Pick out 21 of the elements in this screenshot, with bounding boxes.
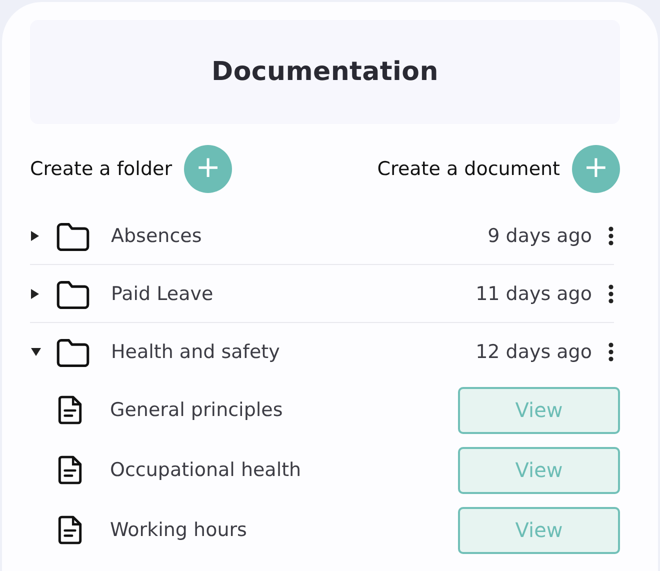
- folder-icon: [56, 220, 90, 250]
- document-name[interactable]: General principles: [110, 399, 458, 421]
- folder-name[interactable]: Paid Leave: [111, 282, 476, 304]
- modified-date: 12 days ago: [476, 340, 592, 362]
- document-name[interactable]: Occupational health: [110, 459, 458, 481]
- modified-date: 9 days ago: [488, 224, 592, 246]
- folder-icon: [56, 278, 90, 308]
- more-options-icon[interactable]: [608, 226, 614, 246]
- document-icon: [57, 515, 83, 545]
- more-options-icon[interactable]: [608, 342, 614, 362]
- modified-date: 11 days ago: [476, 282, 592, 304]
- document-icon: [57, 455, 83, 485]
- folder-name[interactable]: Absences: [111, 224, 488, 246]
- page-title: Documentation: [212, 57, 438, 87]
- action-label: Create a document: [377, 158, 560, 180]
- folder-icon: [56, 336, 90, 366]
- document-icon: [57, 395, 83, 425]
- action-label: Create a folder: [30, 158, 172, 180]
- more-options-icon[interactable]: [608, 284, 614, 304]
- folder-name[interactable]: Health and safety: [111, 340, 476, 362]
- document-name[interactable]: Working hours: [110, 519, 458, 541]
